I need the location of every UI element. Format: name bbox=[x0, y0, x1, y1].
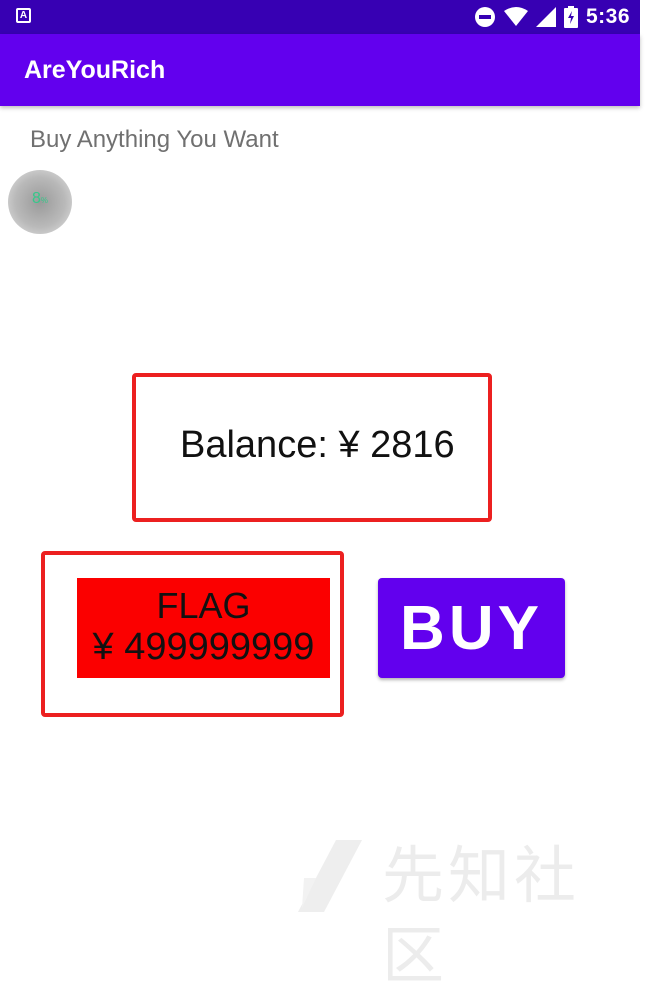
watermark: 先知社区 bbox=[296, 836, 636, 992]
wifi-icon bbox=[503, 7, 528, 26]
item-name: FLAG bbox=[156, 585, 251, 626]
app-title: AreYouRich bbox=[24, 56, 166, 84]
page-subtitle: Buy Anything You Want bbox=[30, 126, 279, 153]
progress-value: 8 bbox=[31, 190, 41, 207]
item-price: ¥ 499999999 bbox=[92, 626, 315, 668]
notification-a-icon: A bbox=[16, 8, 31, 23]
progress-unit: % bbox=[40, 196, 49, 205]
status-bar: A 5:36 bbox=[0, 0, 640, 34]
status-icons: 5:36 bbox=[474, 5, 630, 29]
watermark-logo-icon bbox=[298, 840, 362, 912]
status-time: 5:36 bbox=[585, 5, 630, 28]
flag-item[interactable]: FLAG ¥ 499999999 bbox=[77, 578, 330, 678]
buy-button[interactable]: BUY bbox=[378, 578, 565, 678]
do-not-disturb-icon bbox=[474, 7, 495, 27]
watermark-text: 先知社区 bbox=[382, 839, 581, 992]
signal-icon bbox=[535, 7, 556, 27]
progress-label: 8% bbox=[8, 190, 72, 208]
progress-indicator: 8% bbox=[8, 170, 72, 234]
balance-label: Balance: ¥ 2816 bbox=[180, 424, 455, 466]
app-bar: AreYouRich bbox=[0, 34, 640, 106]
battery-icon bbox=[563, 6, 578, 28]
